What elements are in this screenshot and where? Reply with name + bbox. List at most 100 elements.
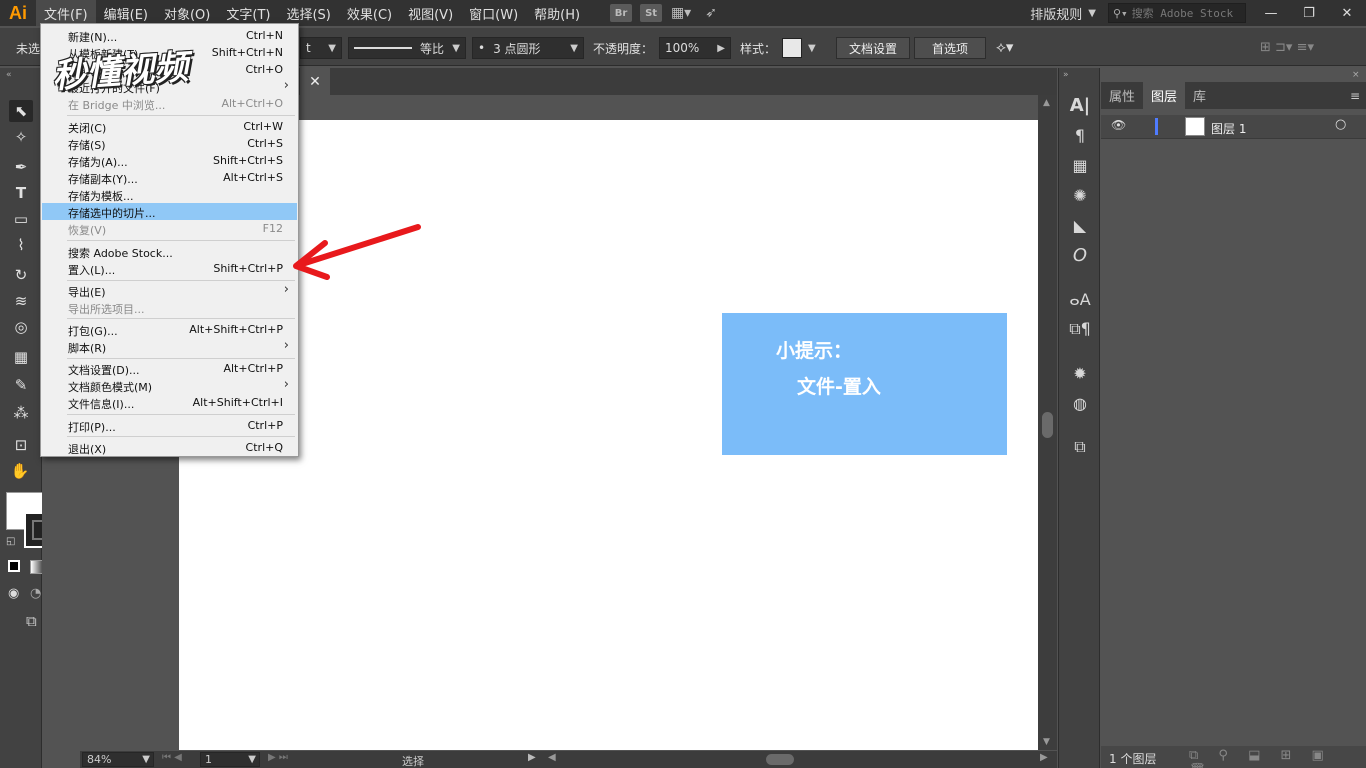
symbols-panel-icon[interactable]: ◣ [1069,214,1091,236]
character-panel-icon[interactable]: A| [1069,94,1091,116]
menu-item-document-color-mode[interactable]: 文档颜色模式(M) › [42,377,297,394]
layer-row[interactable]: 👁 图层 1 ○ [1101,115,1366,139]
close-document-tab-icon[interactable]: ✕ [300,68,330,95]
chevron-down-icon[interactable]: ▼ [808,43,816,54]
minimize-icon[interactable]: — [1252,0,1290,26]
menu-item-save-as-template[interactable]: 存储为模板... [42,186,297,203]
menu-effect[interactable]: 效果(C) [339,0,400,26]
pen-tool-icon[interactable]: ✒ [9,156,33,178]
stock-search-input[interactable]: ⚲▾ 搜索 Adobe Stock [1108,3,1246,23]
workspace-switcher[interactable]: 排版规则 ▼ [1030,0,1096,26]
chevron-right-icon[interactable]: ▶ [528,752,536,763]
artboards-panel-icon[interactable]: ⧉ [1069,436,1091,458]
eyedropper-tool-icon[interactable]: ✎ [9,374,33,396]
magic-wand-tool-icon[interactable]: ✧ [9,126,33,148]
artboard-tool-icon[interactable]: ⊡ [9,434,33,456]
submenu-arrow-icon: › [283,78,289,93]
menu-item-save-as[interactable]: 存储为(A)... Shift+Ctrl+S [42,152,297,169]
brush-definition[interactable]: • 3 点圆形 ▼ [472,37,584,59]
menu-item-place[interactable]: 置入(L)... Shift+Ctrl+P [42,260,297,277]
draw-normal-icon[interactable]: ◉ [8,586,19,601]
type-tool-icon[interactable]: T [9,182,33,204]
scroll-left-icon[interactable]: ◀ [548,752,556,763]
variable-width-profile[interactable]: 等比 ▼ [348,37,466,59]
visibility-eye-icon[interactable]: 👁 [1111,118,1126,132]
menu-item-exit[interactable]: 退出(X) Ctrl+Q [42,439,297,456]
selection-tool-icon[interactable]: ⬉ [9,100,33,122]
restore-icon[interactable]: ❐ [1290,0,1328,26]
collapse-panel-icon[interactable]: × [1352,70,1360,80]
layer-thumbnail [1185,117,1205,136]
brushes-panel-icon[interactable]: ✺ [1069,184,1091,206]
preferences-button[interactable]: 首选项 [914,37,986,59]
zoom-value: 84% [87,753,112,766]
gpu-performance-icon[interactable]: ➶ [700,4,722,22]
symbol-sprayer-tool-icon[interactable]: ⁂ [9,402,33,424]
close-icon[interactable]: ✕ [1328,0,1366,26]
menu-item-package[interactable]: 打包(G)... Alt+Shift+Ctrl+P [42,321,297,338]
default-colors-icon[interactable]: ◱ [6,536,15,547]
last-artboard-icon[interactable]: ▶ ⏭ [268,752,288,763]
layer-name[interactable]: 图层 1 [1211,120,1246,137]
opentype-panel-icon[interactable]: O [1069,244,1091,266]
horizontal-scroll-thumb[interactable] [766,754,794,765]
menu-item-save[interactable]: 存储(S) Ctrl+S [42,135,297,152]
zoom-field[interactable]: 84% ▼ [82,752,154,767]
menu-item-export[interactable]: 导出(E) › [42,282,297,299]
paintbrush-tool-icon[interactable]: ⌇ [9,234,33,256]
width-tool-icon[interactable]: ≋ [9,290,33,312]
menu-item-browse-in-bridge[interactable]: 在 Bridge 中浏览... Alt+Ctrl+O [42,95,297,112]
menu-item-save-selected-slices[interactable]: 存储选中的切片... [42,203,297,220]
perspective-grid-tool-icon[interactable]: ▦ [9,346,33,368]
appearance-panel-icon[interactable]: ✹ [1069,362,1091,384]
scroll-down-icon[interactable]: ▼ [1043,737,1050,747]
first-artboard-icon[interactable]: ⏮ ◀ [162,752,182,763]
scroll-right-icon[interactable]: ▶ [1040,752,1048,763]
menu-window[interactable]: 窗口(W) [461,0,526,26]
menu-item-save-copy[interactable]: 存储副本(Y)... Alt+Ctrl+S [42,169,297,186]
shape-builder-tool-icon[interactable]: ◎ [9,316,33,338]
layer-target-icon[interactable]: ○ [1335,117,1346,132]
menu-item-close[interactable]: 关闭(C) Ctrl+W [42,118,297,135]
bridge-icon[interactable]: Br [610,4,633,22]
menu-help[interactable]: 帮助(H) [526,0,588,26]
stock-icon[interactable]: St [640,4,663,22]
swatches-panel-icon[interactable]: ▦ [1069,154,1091,176]
transform-icon[interactable]: ⟡▾ [996,38,1013,56]
tab-libraries[interactable]: 库 [1185,82,1214,109]
menu-item-document-setup[interactable]: 文档设置(D)... Alt+Ctrl+P [42,360,297,377]
menu-view[interactable]: 视图(V) [400,0,461,26]
tab-properties[interactable]: 属性 [1101,82,1143,109]
draw-behind-icon[interactable]: ◔ [30,586,41,601]
paragraph-styles-icon[interactable]: ⧉¶ [1069,318,1091,340]
menu-item-file-info[interactable]: 文件信息(I)... Alt+Shift+Ctrl+I [42,394,297,411]
paragraph-panel-icon[interactable]: ¶ [1069,124,1091,146]
hand-tool-icon[interactable]: ✋ [9,460,31,482]
artboard-navigator[interactable]: 1 ▼ [200,752,260,767]
align-icon[interactable]: ⊞ ⊐▾ ≡▾ [1260,40,1314,55]
scroll-up-icon[interactable]: ▲ [1043,98,1050,108]
document-setup-button[interactable]: 文档设置 [836,37,910,59]
rotate-tool-icon[interactable]: ↻ [9,264,33,286]
layer-count: 1 个图层 [1109,752,1157,766]
menu-item-scripts[interactable]: 脚本(R) › [42,338,297,355]
menu-item-print[interactable]: 打印(P)... Ctrl+P [42,417,297,434]
menu-item-search-adobe-stock[interactable]: 搜索 Adobe Stock... [42,243,297,260]
stroke-profile-label: 等比 [420,41,445,56]
tab-layers[interactable]: 图层 [1143,82,1186,109]
collapse-panel-icon[interactable]: « [6,70,12,80]
vertical-scroll-thumb[interactable] [1042,412,1053,438]
arrange-documents-icon[interactable]: ▦▾ [670,4,692,22]
menu-item-export-selection[interactable]: 导出所选项目... [42,299,297,316]
menu-item-revert[interactable]: 恢复(V) F12 [42,220,297,237]
transparency-panel-icon[interactable]: ◍ [1069,392,1091,414]
color-mode-icon[interactable] [8,560,20,572]
graphic-style-swatch[interactable] [782,38,802,58]
expand-panels-icon[interactable]: » [1063,70,1069,80]
stroke-weight-field[interactable]: t ▼ [300,37,342,59]
rectangle-tool-icon[interactable]: ▭ [9,208,33,230]
screen-mode-icon[interactable]: ⧉ [26,612,37,630]
opacity-field[interactable]: 100% ▶ [659,37,731,59]
character-styles-icon[interactable]: ⴰA [1069,288,1091,310]
panel-menu-icon[interactable]: ≡ [1350,82,1366,109]
